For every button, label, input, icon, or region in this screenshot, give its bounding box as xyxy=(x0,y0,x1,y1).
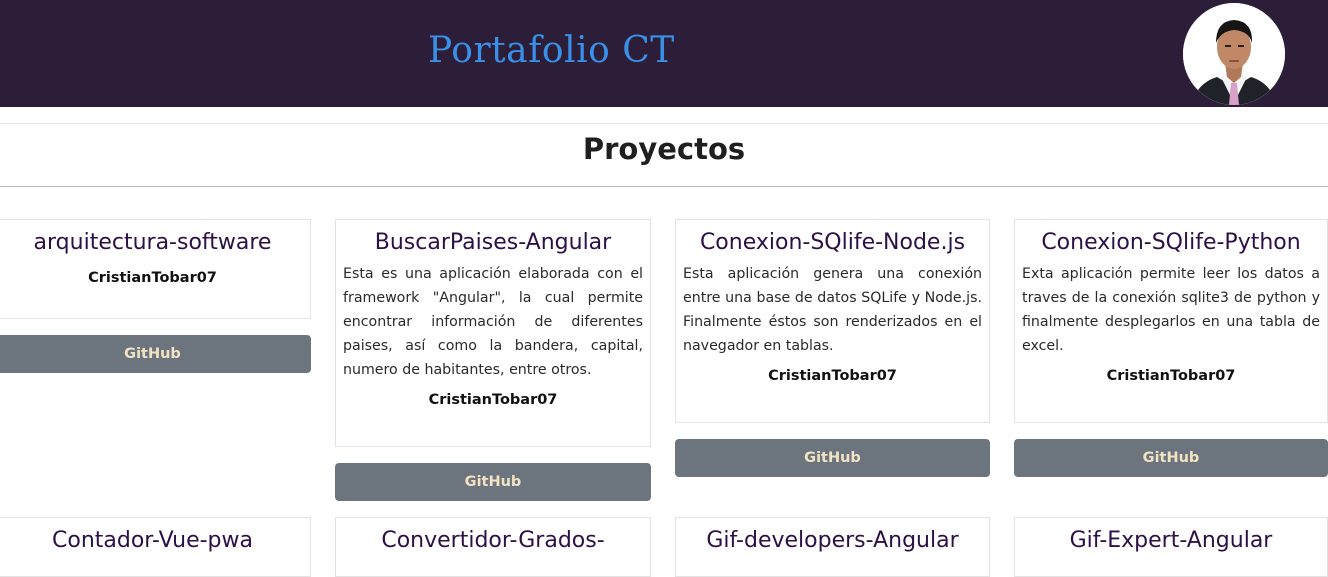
section-divider-top xyxy=(0,123,1328,124)
github-button[interactable]: GitHub xyxy=(0,335,311,373)
github-button[interactable]: GitHub xyxy=(1014,439,1328,477)
project-title: Convertidor-Grados- xyxy=(381,528,605,553)
project-card: Contador-Vue-pwa xyxy=(0,517,311,577)
project-title: Conexion-SQlife-Python xyxy=(1041,230,1301,255)
project-title: Contador-Vue-pwa xyxy=(52,528,253,553)
profile-avatar xyxy=(1183,3,1285,105)
top-navbar: Portafolio CT xyxy=(0,0,1328,107)
github-button[interactable]: GitHub xyxy=(675,439,990,477)
github-button[interactable]: GitHub xyxy=(335,463,651,501)
project-card: Conexion-SQlife-Python Exta aplicación p… xyxy=(1014,219,1328,423)
project-title: arquitectura-software xyxy=(33,230,272,255)
project-author: CristianTobar07 xyxy=(768,368,897,384)
project-title: Conexion-SQlife-Node.js xyxy=(699,230,966,255)
project-title: BuscarPaises-Angular xyxy=(374,230,612,255)
project-card: Gif-developers-Angular xyxy=(675,517,990,577)
section-divider-bottom xyxy=(0,186,1328,187)
project-card: arquitectura-software CristianTobar07 xyxy=(0,219,311,319)
brand-title[interactable]: Portafolio CT xyxy=(428,30,675,71)
project-card: Conexion-SQlife-Node.js Esta aplicación … xyxy=(675,219,990,423)
project-title: Gif-developers-Angular xyxy=(706,528,959,553)
project-description: Exta aplicación permite leer los datos a… xyxy=(1022,266,1320,354)
project-title: Gif-Expert-Angular xyxy=(1069,528,1273,553)
project-card: BuscarPaises-Angular Esta es una aplicac… xyxy=(335,219,651,447)
project-description: Esta aplicación genera una conexión entr… xyxy=(683,266,982,354)
project-card: Gif-Expert-Angular xyxy=(1014,517,1328,577)
project-description: Esta es una aplicación elaborada con el … xyxy=(343,266,643,378)
project-author: CristianTobar07 xyxy=(88,270,217,286)
project-author: CristianTobar07 xyxy=(428,392,558,408)
project-author: CristianTobar07 xyxy=(1106,368,1236,384)
profile-photo-icon xyxy=(1183,3,1285,105)
section-title: Proyectos xyxy=(582,132,746,166)
project-card: Convertidor-Grados- xyxy=(335,517,651,577)
